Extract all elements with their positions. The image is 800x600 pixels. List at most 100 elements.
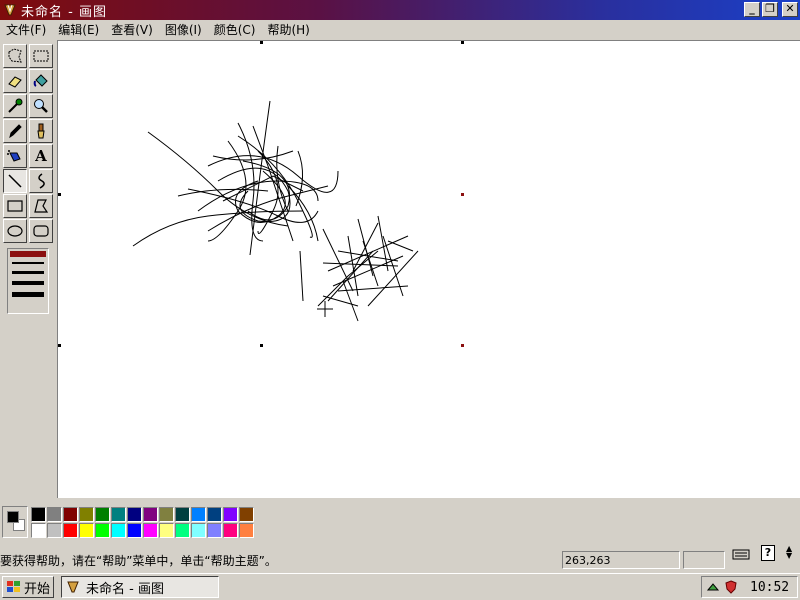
color-swatch[interactable]: [207, 507, 222, 522]
airbrush-icon: [7, 150, 21, 162]
line-width-5[interactable]: [12, 292, 44, 297]
tool-rect-select[interactable]: [29, 44, 53, 68]
resize-handle-bottom[interactable]: [260, 344, 263, 347]
color-swatch[interactable]: [79, 523, 94, 538]
color-swatch[interactable]: [223, 507, 238, 522]
close-button[interactable]: ✕: [782, 2, 798, 17]
rounded-rect-icon: [33, 225, 49, 237]
color-swatch[interactable]: [63, 523, 78, 538]
resize-handle-bottom-right[interactable]: [461, 344, 464, 347]
color-swatch[interactable]: [223, 523, 238, 538]
color-swatch[interactable]: [111, 523, 126, 538]
color-swatch[interactable]: [79, 507, 94, 522]
tool-magnifier[interactable]: [29, 94, 53, 118]
color-swatch[interactable]: [47, 507, 62, 522]
color-swatch[interactable]: [127, 507, 142, 522]
drawing-canvas[interactable]: [57, 40, 800, 498]
line-width-3[interactable]: [12, 271, 44, 274]
menu-edit[interactable]: 编辑(E): [52, 21, 105, 38]
color-swatch[interactable]: [159, 507, 174, 522]
tool-eraser[interactable]: [3, 69, 27, 93]
menu-bar: 文件(F) 编辑(E) 查看(V) 图像(I) 颜色(C) 帮助(H): [0, 20, 800, 38]
resize-handle-bottom-left[interactable]: [58, 344, 61, 347]
line-width-2[interactable]: [12, 262, 44, 264]
restore-button[interactable]: ❐: [762, 2, 778, 17]
resize-handle-right[interactable]: [461, 193, 464, 196]
minimize-button[interactable]: _: [744, 2, 760, 17]
resize-handle-top-right[interactable]: [461, 41, 464, 44]
color-swatch[interactable]: [159, 523, 174, 538]
tool-free-form-select[interactable]: [3, 44, 27, 68]
color-swatch[interactable]: [239, 523, 254, 538]
resize-handle-top[interactable]: [260, 41, 263, 44]
ellipse-icon: [7, 225, 23, 237]
current-colors[interactable]: [2, 506, 28, 538]
color-swatch[interactable]: [127, 523, 142, 538]
color-swatch[interactable]: [63, 507, 78, 522]
menu-colors[interactable]: 颜色(C): [208, 21, 262, 38]
status-coordinates: 263,263: [562, 551, 680, 569]
color-swatch[interactable]: [191, 507, 206, 522]
color-swatch[interactable]: [175, 523, 190, 538]
line-width-4[interactable]: [12, 281, 44, 285]
tool-pick-color[interactable]: [3, 94, 27, 118]
menu-file[interactable]: 文件(F): [0, 21, 52, 38]
resize-handle-left[interactable]: [58, 193, 61, 196]
color-swatch[interactable]: [239, 507, 254, 522]
system-tray: 10:52: [701, 576, 798, 598]
text-icon: A: [35, 147, 47, 165]
canvas-drawing: [132, 100, 419, 322]
title-bar[interactable]: 未命名 - 画图 _ ❐ ✕: [0, 0, 800, 20]
color-swatches: [31, 507, 254, 538]
brush-icon: [37, 123, 45, 139]
tool-brush[interactable]: [29, 119, 53, 143]
menu-help[interactable]: 帮助(H): [261, 21, 315, 38]
foreground-color-box: [7, 511, 19, 523]
line-width-panel: [7, 248, 49, 314]
color-swatch[interactable]: [31, 523, 46, 538]
tool-rectangle[interactable]: [3, 194, 27, 218]
rect-select-icon: [33, 50, 49, 62]
polygon-icon: [34, 199, 49, 213]
start-button[interactable]: 开始: [2, 576, 54, 598]
tool-text[interactable]: A: [29, 144, 53, 168]
fill-bucket-icon: [33, 74, 48, 87]
start-label: 开始: [24, 581, 51, 597]
scroll-updown-icon[interactable]: ▲ ▼: [786, 545, 792, 560]
color-swatch[interactable]: [191, 523, 206, 538]
tool-airbrush[interactable]: [3, 144, 27, 168]
color-swatch[interactable]: [175, 507, 190, 522]
menu-view[interactable]: 查看(V): [105, 21, 159, 38]
color-swatch[interactable]: [143, 507, 158, 522]
taskbar: 开始 未命名 - 画图 10:52: [0, 573, 800, 600]
help-question-icon[interactable]: ?: [761, 545, 775, 561]
magnifier-icon: [34, 99, 48, 113]
tool-ellipse[interactable]: [3, 219, 27, 243]
line-width-1[interactable]: [10, 251, 46, 257]
color-swatch[interactable]: [31, 507, 46, 522]
shield-tray-icon[interactable]: [724, 580, 738, 594]
status-bar: 要获得帮助，请在“帮助”菜单中，单击“帮助主题”。: [0, 548, 800, 572]
color-swatch[interactable]: [143, 523, 158, 538]
color-swatch[interactable]: [95, 523, 110, 538]
network-tray-icon[interactable]: [706, 580, 720, 594]
color-swatch[interactable]: [207, 523, 222, 538]
tool-pencil[interactable]: [3, 119, 27, 143]
eraser-icon: [8, 76, 22, 88]
color-swatch[interactable]: [95, 507, 110, 522]
tool-line[interactable]: [3, 169, 27, 193]
color-swatch[interactable]: [47, 523, 62, 538]
color-swatch[interactable]: [111, 507, 126, 522]
taskbar-item-paint[interactable]: 未命名 - 画图: [61, 576, 219, 598]
clock[interactable]: 10:52: [750, 580, 789, 595]
eyedropper-icon: [8, 98, 23, 113]
keyboard-icon[interactable]: [732, 545, 750, 561]
tool-polygon[interactable]: [29, 194, 53, 218]
status-size-box: [683, 551, 725, 569]
tool-rounded-rect[interactable]: [29, 219, 53, 243]
tool-fill[interactable]: [29, 69, 53, 93]
tool-box: A: [0, 40, 56, 498]
line-icon: [8, 174, 22, 188]
menu-image[interactable]: 图像(I): [159, 21, 208, 38]
tool-curve[interactable]: [29, 169, 53, 193]
